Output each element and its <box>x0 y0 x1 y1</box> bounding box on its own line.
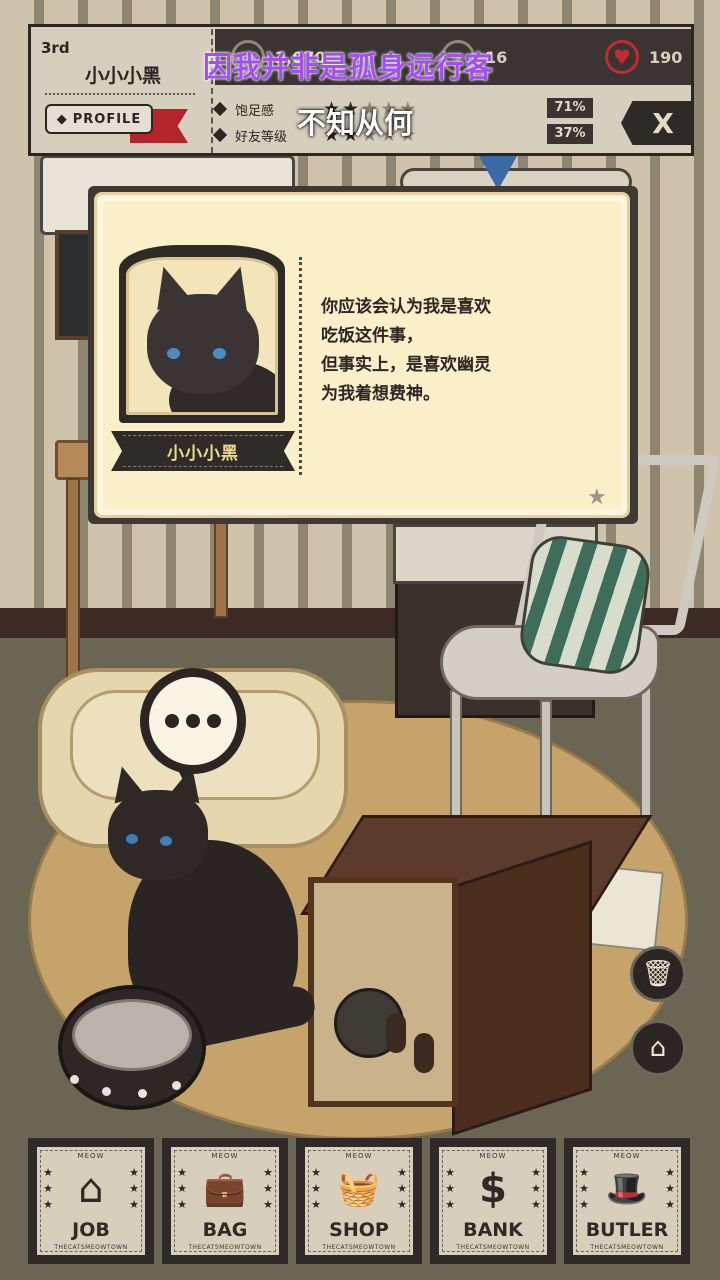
subtitle-line-2: 不知从何 <box>297 106 414 140</box>
nav-bank-button[interactable]: MEOW ★ ★ ★ ★ ★ ★ $ BANK THECATSMEOWTOWN <box>430 1138 556 1264</box>
player-name: 小小小黑 <box>84 65 161 87</box>
speech-bubble-button[interactable] <box>140 668 246 774</box>
nav-meow-text: MEOW <box>345 1152 373 1160</box>
radio-box[interactable] <box>300 815 653 1136</box>
profile-box: 3rd 小小小黑 ◆ PROFILE <box>33 29 213 153</box>
nav-meow-text: MEOW <box>211 1152 239 1160</box>
heart-icon: ♥ <box>605 40 639 74</box>
ellipsis-dot <box>165 714 179 728</box>
nav-card: MEOW ★ ★ ★ ★ ★ ★ $ BANK THECATSMEOWTOWN <box>437 1145 549 1257</box>
diamond-bullet-icon <box>212 127 228 143</box>
bowl-dot <box>172 1081 181 1090</box>
knob <box>386 1013 406 1053</box>
quote-line: 吃饭这件事， <box>321 326 423 346</box>
diamond-bullet-icon: ◆ <box>56 111 68 127</box>
radio-front <box>308 877 458 1107</box>
radio-side <box>452 840 592 1136</box>
profile-button[interactable]: ◆ PROFILE <box>45 104 153 134</box>
nav-card: MEOW ★ ★ ★ ★ ★ ★ 🧺 SHOP THECATSMEOWTOWN <box>303 1145 415 1257</box>
striped-pillow <box>516 532 654 678</box>
profile-button-label: PROFILE <box>72 111 142 127</box>
portrait-cat-head <box>147 294 259 394</box>
nav-butler-button[interactable]: MEOW ★ ★ ★ ★ ★ ★ 🎩 BUTLER THECATSMEOWTOWN <box>564 1138 690 1264</box>
bowl-dot <box>70 1075 79 1084</box>
nav-label: BUTLER <box>585 1219 669 1241</box>
nav-town-text: THECATSMEOWTOWN <box>456 1244 530 1251</box>
quote-line: 但事实上，是喜欢幽灵 <box>321 355 491 375</box>
nav-town-text: THECATSMEOWTOWN <box>188 1244 262 1251</box>
cat-eye <box>126 834 138 844</box>
cat-eye <box>160 836 172 846</box>
gauge-percent: 71% <box>547 98 593 118</box>
trash-button[interactable]: 🗑 <box>630 946 686 1002</box>
nav-town-text: THECATSMEOWTOWN <box>54 1244 128 1251</box>
top-hat-icon: 🎩 <box>605 1169 649 1209</box>
nav-job-button[interactable]: MEOW ★ ★ ★ ★ ★ ★ ⌂ JOB THECATSMEOWTOWN <box>28 1138 154 1264</box>
cat-quote-text: 你应该会认为我是喜欢 吃饭这件事， 但事实上，是喜欢幽灵 为我着想费神。 <box>321 293 611 409</box>
nav-label: BAG <box>202 1219 248 1241</box>
nav-label: JOB <box>72 1219 110 1241</box>
heart-stat: ♥ 190 <box>605 37 682 77</box>
nav-card: MEOW ★ ★ ★ ★ ★ ★ ⌂ JOB THECATSMEOWTOWN <box>35 1145 147 1257</box>
nav-meow-text: MEOW <box>613 1152 641 1160</box>
nav-meow-text: MEOW <box>479 1152 507 1160</box>
quote-line: 为我着想费神。 <box>321 384 440 404</box>
chair-leg <box>640 680 652 820</box>
house-icon: ⌂ <box>78 1166 104 1212</box>
home-button[interactable]: ⌂ <box>630 1020 686 1076</box>
ribbon-stitch <box>123 435 283 467</box>
nav-town-text: THECATSMEOWTOWN <box>322 1244 396 1251</box>
dollar-icon: $ <box>479 1166 507 1212</box>
knob <box>414 1033 434 1073</box>
table-leg <box>66 478 80 678</box>
nav-label: BANK <box>463 1219 523 1241</box>
gauge-percent: 37% <box>547 124 593 144</box>
nav-town-text: THECATSMEOWTOWN <box>590 1244 664 1251</box>
basket-icon: 🧺 <box>337 1169 381 1209</box>
cat-eye <box>213 348 226 359</box>
star-icon: ★ <box>587 485 607 510</box>
water-bowl[interactable] <box>58 985 206 1110</box>
nav-shop-button[interactable]: MEOW ★ ★ ★ ★ ★ ★ 🧺 SHOP THECATSMEOWTOWN <box>296 1138 422 1264</box>
quote-line: 你应该会认为我是喜欢 <box>321 297 491 317</box>
ellipsis-dot <box>186 714 200 728</box>
diamond-bullet-icon <box>212 101 228 117</box>
heart-value: 190 <box>649 47 683 67</box>
trash-icon: 🗑 <box>641 959 675 989</box>
nav-meow-text: MEOW <box>77 1152 105 1160</box>
cat-portrait-frame <box>119 245 285 423</box>
dialog-divider <box>299 257 302 475</box>
home-icon: ⌂ <box>649 1033 667 1063</box>
nav-label: SHOP <box>329 1219 389 1241</box>
water-bowl-rim <box>72 999 192 1071</box>
close-button[interactable]: X <box>621 101 693 145</box>
nav-card: MEOW ★ ★ ★ ★ ★ ★ 🎩 BUTLER THECATSMEOWTOWN <box>571 1145 683 1257</box>
black-cat-head[interactable] <box>106 762 208 880</box>
subtitle-line-1: 因我并非是孤身远行客 <box>203 50 494 84</box>
ellipsis-dot <box>207 714 221 728</box>
bowl-dot <box>102 1087 111 1096</box>
divider <box>45 93 195 95</box>
cat-eye <box>167 348 180 359</box>
cat-portrait <box>126 257 278 415</box>
briefcase-icon: 💼 <box>203 1169 247 1209</box>
bowl-dot <box>138 1089 147 1098</box>
cat-quote-dialog[interactable]: 小小小黑 你应该会认为我是喜欢 吃饭这件事， 但事实上，是喜欢幽灵 为我着想费神… <box>94 192 630 518</box>
nav-bag-button[interactable]: MEOW ★ ★ ★ ★ ★ ★ 💼 BAG THECATSMEOWTOWN <box>162 1138 288 1264</box>
nav-card: MEOW ★ ★ ★ ★ ★ ★ 💼 BAG THECATSMEOWTOWN <box>169 1145 281 1257</box>
player-rank: 3rd <box>41 39 70 57</box>
